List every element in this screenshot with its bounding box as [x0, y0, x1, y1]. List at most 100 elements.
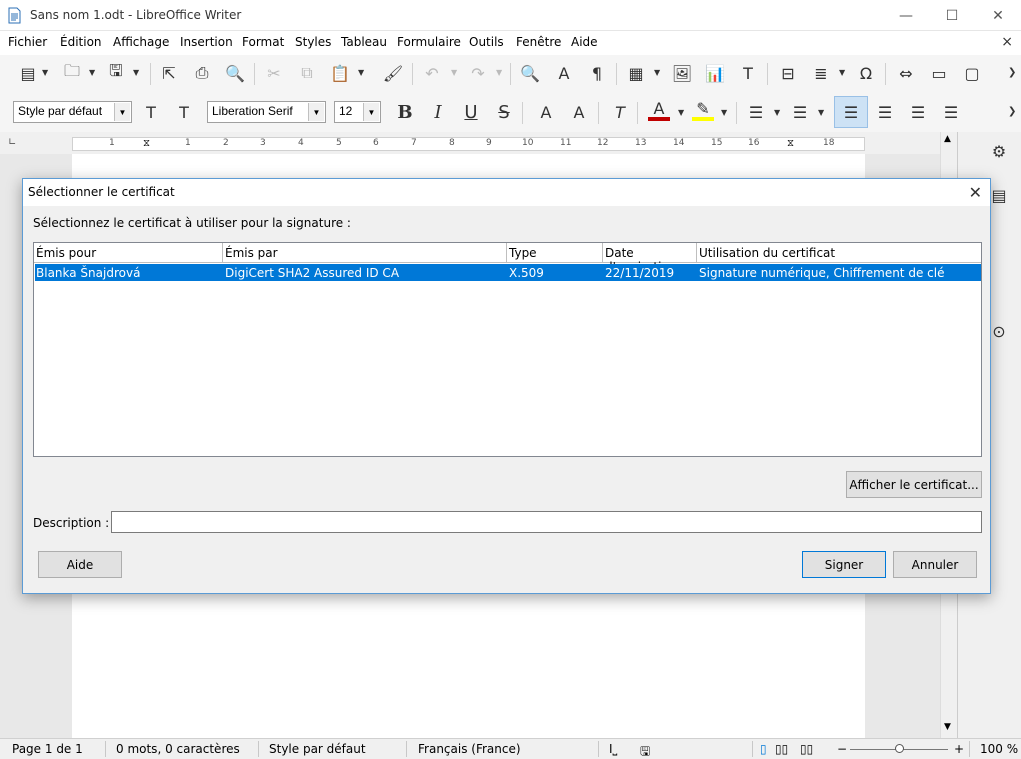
sidebar-properties-icon[interactable]: ▤	[988, 184, 1010, 206]
strikethrough-icon[interactable]: S	[493, 101, 515, 123]
print-icon[interactable]: ⎙	[191, 62, 213, 84]
horizontal-ruler[interactable]: 1 ⧖ 1 2 3 4 5 6 7 8 9 10 11 12 13 14 15 …	[72, 137, 865, 151]
certificate-table[interactable]: Émis pour Émis par Type Date d'expiratio…	[33, 242, 982, 457]
chevron-down-icon[interactable]: ▼	[114, 103, 130, 121]
zoom-in-icon[interactable]: +	[954, 742, 964, 756]
chevron-down-icon[interactable]: ▼	[774, 108, 780, 117]
underline-icon[interactable]: U	[460, 101, 482, 123]
chevron-down-icon[interactable]: ▼	[818, 108, 824, 117]
paragraph-style-combo[interactable]: Style par défaut ▼	[13, 101, 132, 123]
insert-table-icon[interactable]: ▦	[625, 62, 647, 84]
new-style-icon[interactable]: T	[173, 101, 195, 123]
book-view-icon[interactable]: ▯▯	[800, 742, 813, 756]
align-center-icon[interactable]: ☰	[874, 101, 896, 123]
menu-format[interactable]: Format	[242, 35, 284, 49]
redo-icon[interactable]: ↷	[467, 62, 489, 84]
copy-icon[interactable]: ⧉	[296, 62, 318, 84]
font-color-icon[interactable]: A	[648, 99, 670, 121]
open-folder-icon[interactable]: 🗀	[61, 61, 83, 84]
right-indent-marker-icon[interactable]: ⧖	[787, 138, 794, 149]
chevron-right-icon[interactable]: ❯	[1008, 106, 1016, 117]
paste-icon[interactable]: 📋	[329, 62, 351, 84]
chevron-down-icon[interactable]: ▼	[42, 68, 48, 77]
insert-textbox-icon[interactable]: T	[737, 62, 759, 84]
menu-outils[interactable]: Outils	[469, 35, 504, 49]
sidebar-settings-icon[interactable]: ⚙	[988, 140, 1010, 162]
chevron-down-icon[interactable]: ▼	[133, 68, 139, 77]
justify-icon[interactable]: ☰	[940, 101, 962, 123]
hyperlink-icon[interactable]: ⇔	[895, 62, 917, 84]
column-header-usage[interactable]: Utilisation du certificat	[697, 243, 981, 263]
clear-formatting-icon[interactable]: T	[609, 101, 631, 123]
menu-formulaire[interactable]: Formulaire	[397, 35, 461, 49]
special-character-icon[interactable]: Ω	[855, 62, 877, 84]
update-style-icon[interactable]: T	[140, 101, 162, 123]
chevron-down-icon[interactable]: ▼	[308, 103, 324, 121]
maximize-button[interactable]: ☐	[929, 0, 975, 31]
italic-icon[interactable]: I	[427, 101, 449, 123]
ordered-list-icon[interactable]: ☰	[789, 101, 811, 123]
chevron-right-icon[interactable]: ❯	[1008, 67, 1016, 78]
formatting-marks-icon[interactable]: ¶	[586, 62, 608, 84]
align-left-icon[interactable]: ☰	[834, 96, 868, 128]
undo-icon[interactable]: ↶	[421, 62, 443, 84]
chevron-down-icon[interactable]: ▼	[451, 68, 457, 77]
print-preview-icon[interactable]: 🔍	[224, 62, 246, 84]
menu-affichage[interactable]: Affichage	[113, 35, 169, 49]
insert-field-icon[interactable]: ≣	[810, 62, 832, 84]
table-row[interactable]: Blanka Šnajdrová DigiCert SHA2 Assured I…	[35, 264, 981, 281]
scroll-up-icon[interactable]: ▲	[944, 134, 951, 144]
menu-fichier[interactable]: Fichier	[8, 35, 47, 49]
column-header-issued-to[interactable]: Émis pour	[34, 243, 223, 263]
language[interactable]: Français (France)	[418, 742, 521, 756]
description-field[interactable]	[111, 511, 982, 533]
page-count[interactable]: Page 1 de 1	[12, 742, 83, 756]
chevron-down-icon[interactable]: ▼	[678, 108, 684, 117]
close-window-button[interactable]: ✕	[975, 0, 1021, 31]
cancel-button[interactable]: Annuler	[893, 551, 977, 578]
insert-image-icon[interactable]: 🖼	[671, 62, 693, 84]
multi-page-view-icon[interactable]: ▯▯	[775, 742, 788, 756]
footnote-icon[interactable]: ▭	[928, 62, 950, 84]
superscript-icon[interactable]: A	[535, 101, 557, 123]
menu-aide[interactable]: Aide	[571, 35, 598, 49]
page-break-icon[interactable]: ⊟	[777, 62, 799, 84]
menu-edition[interactable]: Édition	[60, 35, 102, 49]
chevron-down-icon[interactable]: ▼	[363, 103, 379, 121]
menu-fenetre[interactable]: Fenêtre	[516, 35, 561, 49]
menu-tableau[interactable]: Tableau	[341, 35, 387, 49]
subscript-icon[interactable]: A	[568, 101, 590, 123]
chevron-down-icon[interactable]: ▼	[839, 68, 845, 77]
zoom-slider-handle[interactable]	[895, 744, 904, 753]
sidebar-navigator-icon[interactable]: ⊙	[988, 320, 1010, 342]
column-header-expiration[interactable]: Date d'expiration	[603, 243, 697, 274]
spelling-icon[interactable]: A	[553, 62, 575, 84]
clone-formatting-icon[interactable]: 🖌	[382, 62, 404, 84]
insert-mode-icon[interactable]: I⎵	[609, 742, 617, 757]
indent-marker-icon[interactable]: ⧖	[143, 138, 150, 149]
close-document-icon[interactable]: ×	[1001, 34, 1013, 50]
cut-icon[interactable]: ✂	[263, 62, 285, 84]
insert-chart-icon[interactable]: 📊	[704, 62, 726, 84]
chevron-down-icon[interactable]: ▼	[496, 68, 502, 77]
font-size-combo[interactable]: 12 ▼	[334, 101, 381, 123]
menu-styles[interactable]: Styles	[295, 35, 331, 49]
help-button[interactable]: Aide	[38, 551, 122, 578]
column-header-issued-by[interactable]: Émis par	[223, 243, 507, 263]
chevron-down-icon[interactable]: ▼	[654, 68, 660, 77]
chevron-down-icon[interactable]: ▼	[89, 68, 95, 77]
zoom-level[interactable]: 100 %	[980, 742, 1018, 756]
export-pdf-icon[interactable]: ⇱	[158, 62, 180, 84]
align-right-icon[interactable]: ☰	[907, 101, 929, 123]
menu-insertion[interactable]: Insertion	[180, 35, 233, 49]
unordered-list-icon[interactable]: ☰	[745, 101, 767, 123]
word-count[interactable]: 0 mots, 0 caractères	[116, 742, 240, 756]
bold-icon[interactable]: B	[394, 101, 416, 123]
font-name-combo[interactable]: Liberation Serif ▼	[207, 101, 326, 123]
view-certificate-button[interactable]: Afficher le certificat...	[846, 471, 982, 498]
new-document-icon[interactable]: ▤	[17, 62, 39, 84]
find-replace-icon[interactable]: 🔍	[519, 62, 541, 84]
tab-stop-icon[interactable]: ∟	[8, 137, 16, 148]
single-page-view-icon[interactable]: ▯	[760, 742, 767, 756]
save-icon[interactable]: 🖫	[105, 61, 127, 84]
